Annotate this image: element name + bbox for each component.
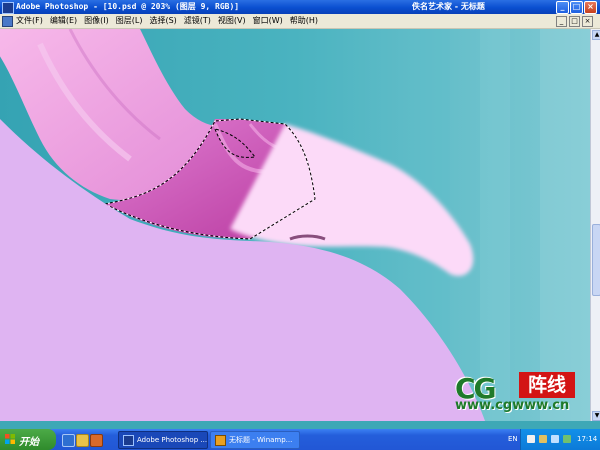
menu-file[interactable]: 文件(F): [16, 15, 43, 26]
folder-icon[interactable]: [76, 434, 89, 447]
vertical-scrollbar[interactable]: ▲ ▼: [590, 29, 600, 421]
document-title: 佚名艺术家 - 无标题: [412, 2, 485, 11]
ie-icon[interactable]: [62, 434, 75, 447]
doc-restore-button[interactable]: □: [569, 16, 580, 27]
scroll-down-icon[interactable]: ▼: [592, 411, 600, 421]
logo-url-text: www.cgwww.cn: [455, 398, 570, 413]
close-button[interactable]: ×: [584, 1, 597, 14]
window-title: Adobe Photoshop - [10.psd @ 203% (图层 9, …: [16, 2, 240, 11]
tray-icon-2[interactable]: [539, 435, 547, 443]
taskbar: 开始 Adobe Photoshop ... 无标题 - Winamp... E…: [0, 429, 600, 450]
menu-items: 文件(F) 编辑(E) 图像(I) 图层(L) 选择(S) 滤镜(T) 视图(V…: [16, 15, 325, 26]
doc-close-button[interactable]: ×: [582, 16, 593, 27]
minimize-button[interactable]: _: [556, 1, 569, 14]
logo-cn-text: 阵线: [519, 372, 575, 398]
language-indicator[interactable]: EN: [508, 435, 518, 443]
media-icon[interactable]: [90, 434, 103, 447]
tray-icon-1[interactable]: [527, 435, 535, 443]
start-button[interactable]: 开始: [0, 429, 56, 450]
document-icon[interactable]: [2, 16, 13, 27]
network-icon[interactable]: [563, 435, 571, 443]
menu-select[interactable]: 选择(S): [149, 15, 176, 26]
task-winamp-label: 无标题 - Winamp...: [229, 436, 293, 444]
system-tray: EN 17:14: [508, 429, 600, 450]
volume-icon[interactable]: [551, 435, 559, 443]
winamp-icon: [215, 434, 226, 446]
title-bar: Adobe Photoshop - [10.psd @ 203% (图层 9, …: [0, 0, 600, 14]
menu-help[interactable]: 帮助(H): [290, 15, 318, 26]
maximize-button[interactable]: □: [570, 1, 583, 14]
menu-filter[interactable]: 滤镜(T): [184, 15, 211, 26]
task-winamp[interactable]: 无标题 - Winamp...: [210, 431, 300, 449]
menu-bar: 文件(F) 编辑(E) 图像(I) 图层(L) 选择(S) 滤镜(T) 视图(V…: [0, 14, 600, 29]
scroll-thumb[interactable]: [592, 224, 600, 296]
menu-edit[interactable]: 编辑(E): [50, 15, 77, 26]
document-canvas[interactable]: [0, 29, 590, 421]
start-label: 开始: [19, 437, 39, 448]
photoshop-icon[interactable]: [2, 2, 14, 14]
clock: 17:14: [577, 435, 598, 443]
photoshop-icon: [123, 434, 134, 446]
menu-layer[interactable]: 图层(L): [116, 15, 143, 26]
cgwww-logo: CG 阵线 www.cgwww.cn: [455, 372, 585, 414]
task-photoshop[interactable]: Adobe Photoshop ...: [118, 431, 208, 449]
menu-view[interactable]: 视图(V): [218, 15, 246, 26]
windows-flag-icon: [5, 434, 15, 444]
task-photoshop-label: Adobe Photoshop ...: [137, 436, 208, 444]
menu-image[interactable]: 图像(I): [84, 15, 109, 26]
menu-window[interactable]: 窗口(W): [253, 15, 283, 26]
artwork: [0, 29, 590, 421]
scroll-up-icon[interactable]: ▲: [592, 30, 600, 40]
doc-minimize-button[interactable]: _: [556, 16, 567, 27]
